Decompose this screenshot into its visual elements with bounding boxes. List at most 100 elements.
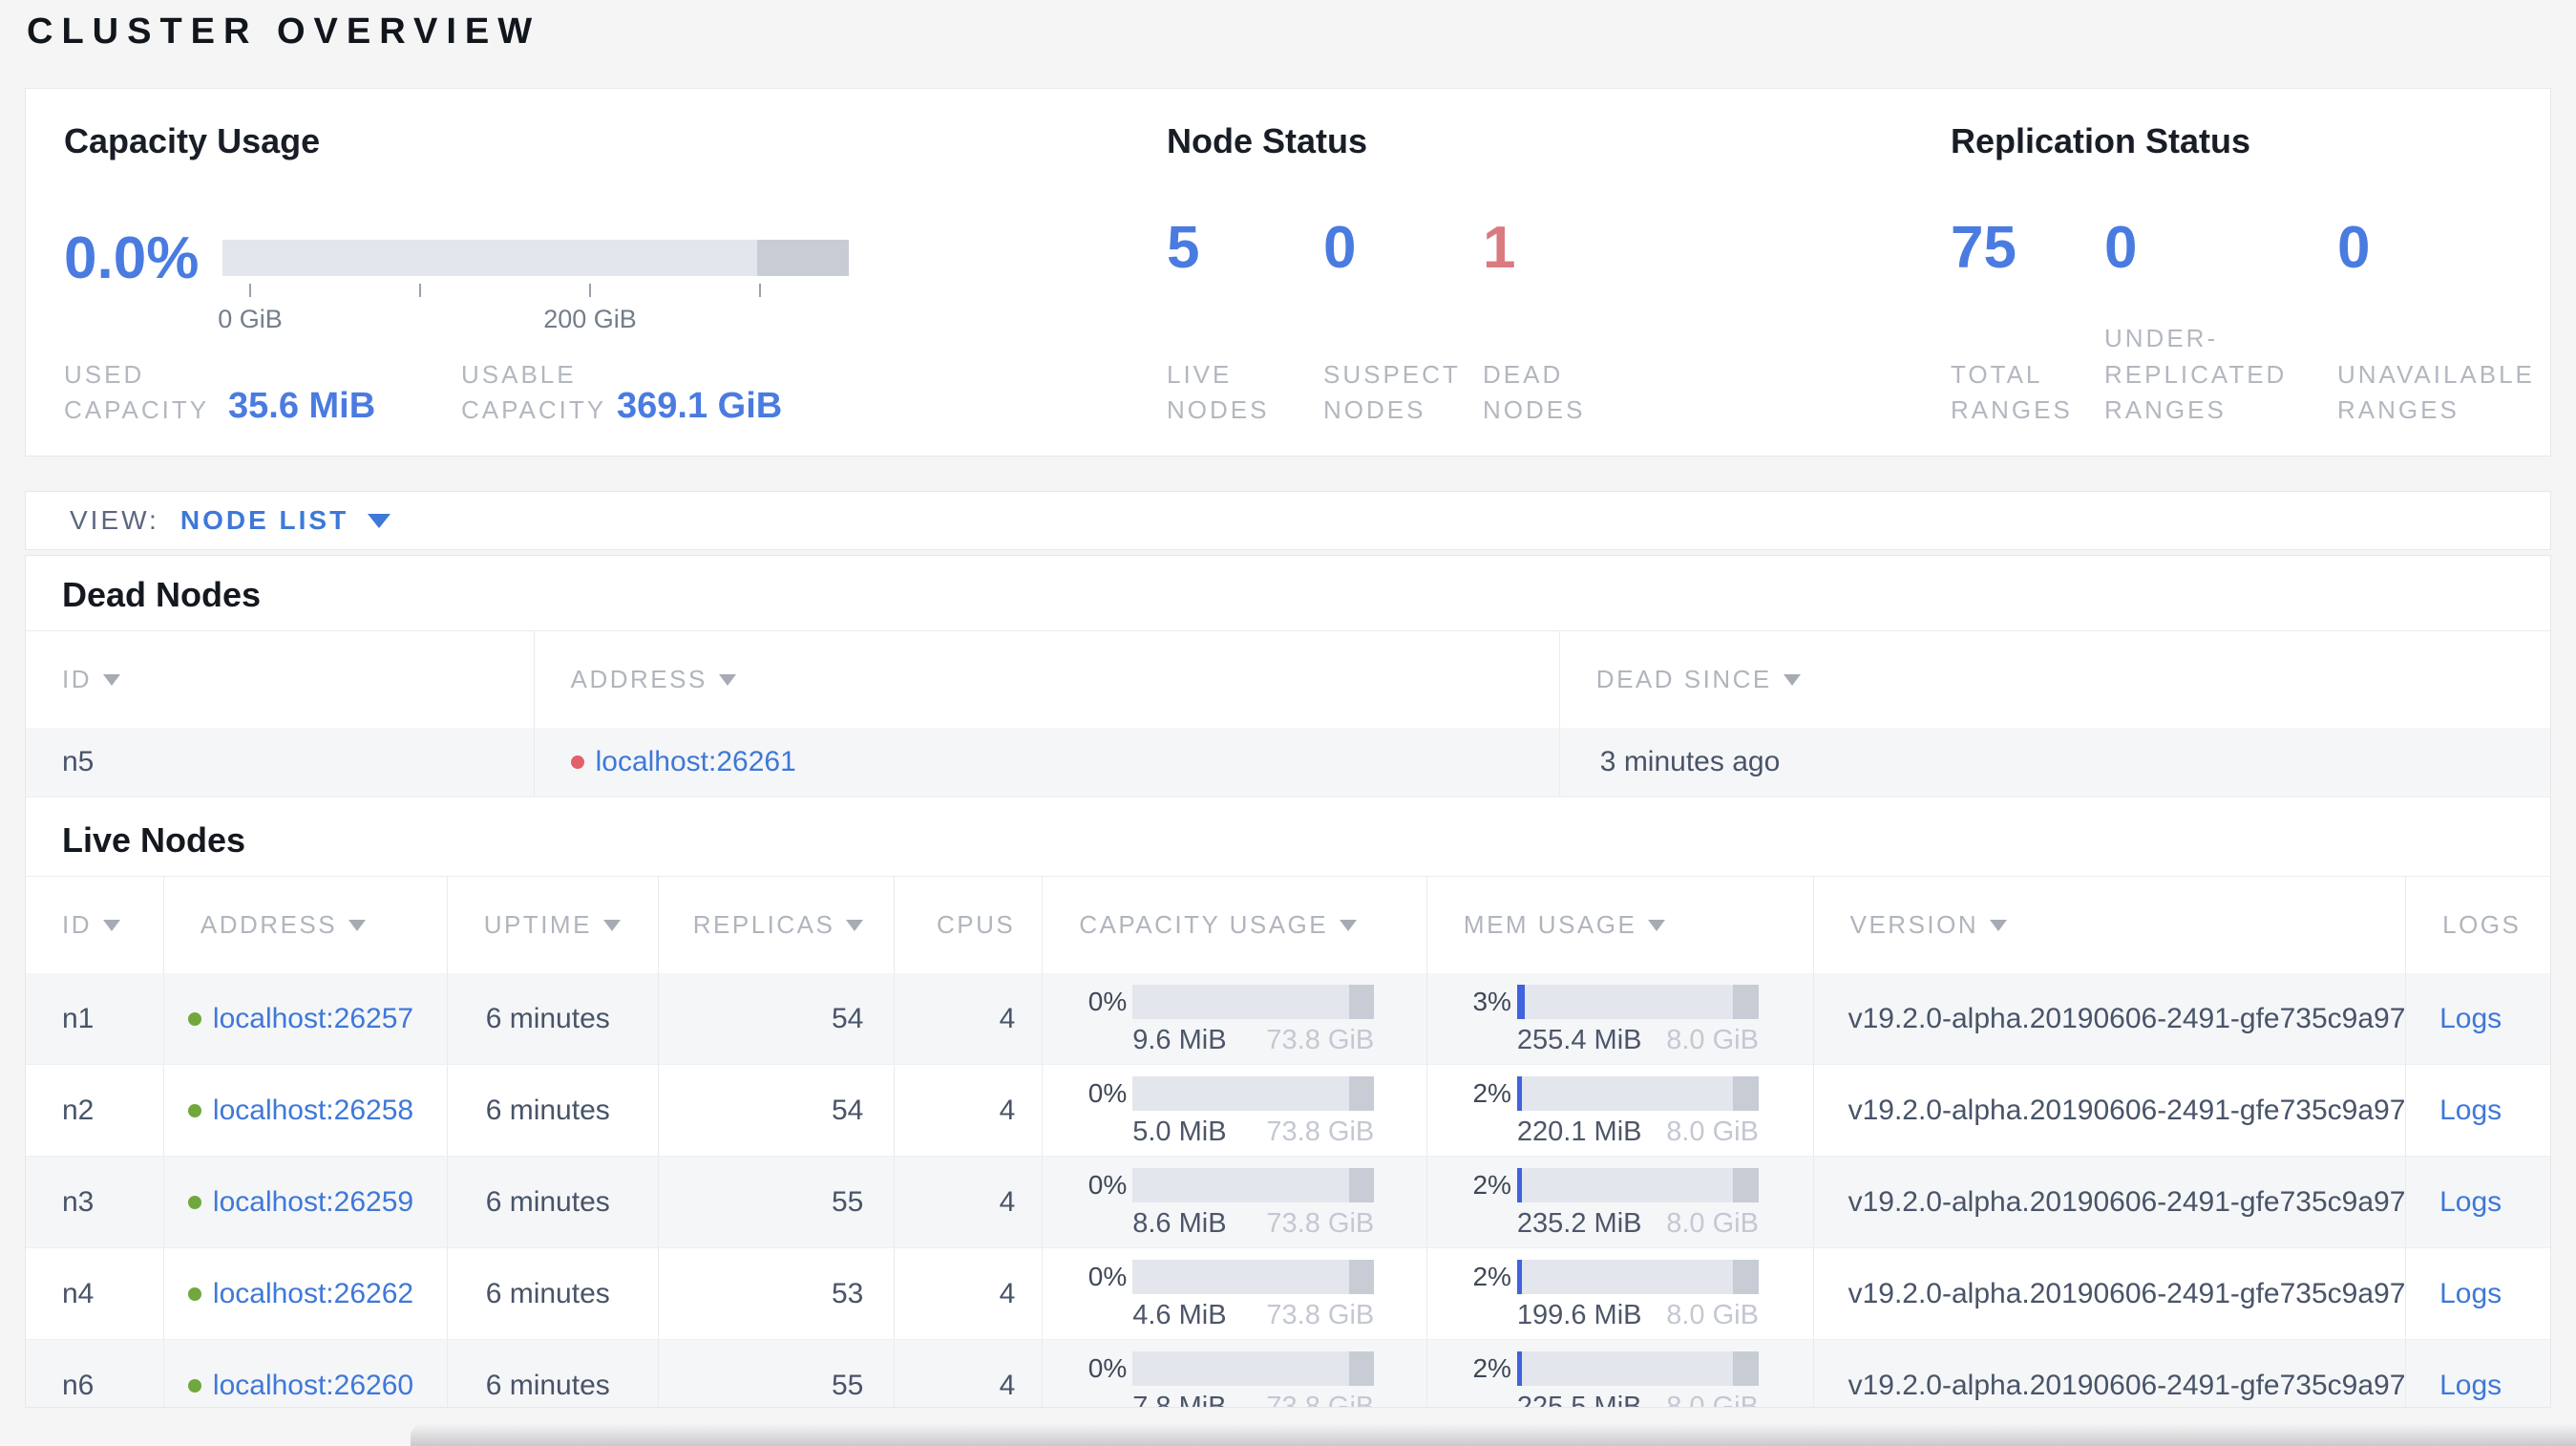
version-cell: v19.2.0-alpha.20190606-2491-gfe735c9a97 [1814, 1157, 2407, 1247]
column-header-address[interactable]: ADDRESS [535, 631, 1560, 728]
axis-tick [759, 284, 761, 297]
view-selector-dropdown[interactable]: NODE LIST [180, 505, 391, 536]
usage-bar [1516, 1076, 1759, 1111]
logs-cell: Logs [2406, 1340, 2550, 1407]
node-address-link[interactable]: localhost:26259 [213, 1186, 413, 1219]
dead-since-cell: 3 minutes ago [1599, 746, 1781, 777]
stat-label: SUSPECT NODES [1323, 359, 1461, 425]
usage-percent: 0% [1087, 1078, 1128, 1108]
mem-usage-cell: 3% 255.4 MiB 8.0 GiB [1427, 973, 1814, 1064]
usage-total-value: 8.0 GiB [1666, 1116, 1759, 1147]
usage-values-line: 235.2 MiB 8.0 GiB [1517, 1208, 1759, 1240]
usage-percent: 3% [1472, 987, 1511, 1016]
usage-total-value: 8.0 GiB [1666, 1025, 1759, 1055]
axis-tick-label: 0 GiB [218, 305, 283, 333]
view-bar: VIEW: NODE LIST [25, 491, 2551, 550]
column-header-replicas[interactable]: REPLICAS [659, 877, 896, 973]
usage-bar-line: 2% [1427, 1168, 1813, 1202]
stat-label: DEAD NODES [1483, 359, 1586, 425]
column-header-mem-usage[interactable]: MEM USAGE [1427, 877, 1814, 973]
node-address-link[interactable]: localhost:26260 [213, 1370, 413, 1402]
logs-link[interactable]: Logs [2439, 1370, 2502, 1402]
node-address-cell: localhost:26258 [164, 1065, 448, 1156]
logs-link[interactable]: Logs [2439, 1003, 2502, 1035]
usable-capacity-value: 369.1 GiB [617, 386, 783, 426]
cpus-cell: 4 [895, 1340, 1044, 1407]
usage-values-line: 7.8 MiB 73.8 GiB [1132, 1392, 1374, 1408]
axis-tick [419, 284, 421, 297]
sort-desc-icon [718, 673, 736, 686]
column-header-dead-since[interactable]: DEAD SINCE [1560, 631, 2550, 728]
uptime-cell: 6 minutes [448, 1248, 659, 1339]
used-capacity-value: 35.6 MiB [228, 386, 376, 426]
usage-bar [1516, 985, 1759, 1019]
column-header-label: UPTIME [483, 910, 592, 939]
logs-link[interactable]: Logs [2439, 1095, 2502, 1127]
usage-bar-dark-segment [1348, 1351, 1375, 1386]
node-address-link[interactable]: localhost:26257 [213, 1003, 413, 1035]
column-header-label: DEAD SINCE [1595, 665, 1772, 693]
mem-usage-cell: 2% 220.1 MiB 8.0 GiB [1427, 1065, 1814, 1156]
node-address-link[interactable]: localhost:26262 [213, 1278, 413, 1310]
logs-cell: Logs [2406, 973, 2550, 1064]
usage-values-line: 255.4 MiB 8.0 GiB [1517, 1025, 1759, 1056]
stat-label: TOTAL RANGES [1951, 359, 2073, 425]
stat-value: 75 [1951, 215, 2016, 281]
table-row: n1 localhost:26257 6 minutes 54 4 0% 9.6 MiB 73… [26, 973, 2550, 1065]
stat-value: 5 [1167, 215, 1200, 281]
mem-usage-cell: 2% 225.5 MiB 8.0 GiB [1427, 1340, 1814, 1408]
uptime-cell: 6 minutes [448, 1157, 659, 1247]
usage-values-line: 9.6 MiB 73.8 GiB [1132, 1025, 1374, 1056]
usage-percent: 0% [1087, 1170, 1128, 1200]
capacity-usage-cell: 0% 9.6 MiB 73.8 GiB [1043, 973, 1427, 1064]
replicas-cell: 53 [659, 1248, 896, 1339]
table-row: n5 localhost:26261 3 minutes ago [26, 728, 2550, 797]
column-header-label: MEM USAGE [1463, 910, 1637, 939]
logs-link[interactable]: Logs [2439, 1278, 2502, 1310]
usage-used-value: 9.6 MiB [1132, 1025, 1227, 1055]
capacity-usage-cell: 0% 8.6 MiB 73.8 GiB [1043, 1157, 1427, 1247]
node-address-link[interactable]: localhost:26258 [213, 1095, 413, 1127]
live-node-dot-icon [187, 1011, 201, 1026]
usage-used-value: 8.6 MiB [1132, 1208, 1227, 1239]
usage-used-value: 225.5 MiB [1516, 1392, 1642, 1408]
usage-values-line: 8.6 MiB 73.8 GiB [1132, 1208, 1374, 1240]
axis-tick [249, 284, 251, 297]
usage-bar-line: 2% [1427, 1260, 1813, 1294]
sort-desc-icon [103, 919, 120, 931]
stat-label: LIVE NODES [1167, 359, 1270, 425]
sort-desc-icon [846, 919, 864, 931]
stat-column: 75 TOTAL RANGES [1951, 219, 2094, 429]
column-header-label: CPUS [936, 910, 1016, 939]
stat-column: 5 LIVE NODES [1167, 219, 1281, 429]
node-id-cell: n3 [26, 1157, 164, 1247]
column-header-label: LOGS [2442, 910, 2522, 939]
column-header-address[interactable]: ADDRESS [164, 877, 448, 973]
node-address-cell: localhost:26262 [164, 1248, 448, 1339]
usage-used-value: 7.8 MiB [1132, 1392, 1227, 1408]
usage-used-value: 4.6 MiB [1132, 1300, 1227, 1330]
column-header-version[interactable]: VERSION [1814, 877, 2407, 973]
mem-usage-cell: 2% 235.2 MiB 8.0 GiB [1427, 1157, 1814, 1247]
view-label: VIEW: [70, 505, 159, 535]
live-node-dot-icon [187, 1103, 201, 1117]
usage-bar-dark-segment [1348, 1076, 1375, 1111]
column-header-id[interactable]: ID [26, 631, 535, 728]
column-header-label: CAPACITY USAGE [1079, 910, 1329, 939]
column-header-id[interactable]: ID [26, 877, 164, 973]
summary-panel: Capacity Usage Node Status Replication S… [25, 88, 2551, 457]
node-address-link[interactable]: localhost:26261 [596, 746, 796, 778]
column-header-uptime[interactable]: UPTIME [448, 877, 659, 973]
column-header-capacity-usage[interactable]: CAPACITY USAGE [1043, 877, 1427, 973]
logs-link[interactable]: Logs [2439, 1186, 2502, 1219]
live-nodes-table-body: n1 localhost:26257 6 minutes 54 4 0% 9.6 MiB 73… [26, 973, 2550, 1408]
capacity-usage-cell: 0% 5.0 MiB 73.8 GiB [1043, 1065, 1427, 1156]
usage-percent: 2% [1472, 1078, 1511, 1108]
view-selected-value[interactable]: NODE LIST [180, 505, 348, 536]
usage-total-value: 73.8 GiB [1266, 1300, 1375, 1330]
usage-percent: 0% [1087, 987, 1128, 1016]
usage-total-value: 73.8 GiB [1266, 1208, 1375, 1239]
dead-nodes-table-body: n5 localhost:26261 3 minutes ago [26, 728, 2550, 797]
capacity-bar-dark-segment [757, 240, 849, 276]
usage-bar-dark-segment [1733, 1351, 1759, 1386]
